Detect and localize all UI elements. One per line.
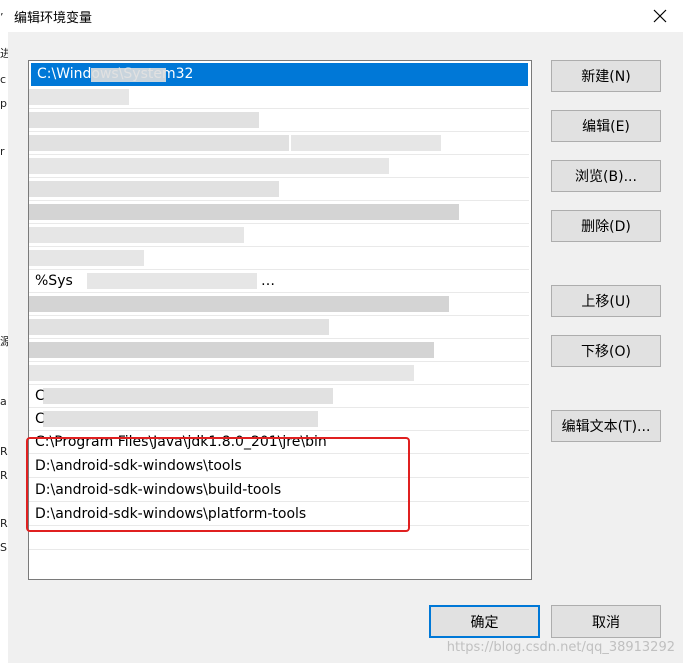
- list-item-redacted[interactable]: [29, 109, 529, 132]
- redaction-blur: [91, 68, 166, 82]
- redaction-blur: [29, 342, 434, 358]
- redaction-blur: [29, 181, 279, 197]
- close-button[interactable]: [637, 0, 683, 32]
- redaction-blur: [29, 319, 329, 335]
- list-item-redacted[interactable]: [29, 201, 529, 224]
- background-text-fragment: R: [0, 517, 8, 530]
- background-text-fragment: c: [0, 73, 7, 86]
- dialog-title: 编辑环境变量: [14, 11, 93, 26]
- move-up-button[interactable]: 上移(U): [551, 285, 661, 317]
- redaction-blur: [29, 204, 459, 220]
- move-down-button[interactable]: 下移(O): [551, 335, 661, 367]
- list-item-redacted[interactable]: [29, 316, 529, 339]
- ok-button[interactable]: 确定: [429, 605, 540, 638]
- background-text-fragment: R: [0, 469, 8, 482]
- title-bar[interactable]: 编辑环境变量: [8, 0, 683, 32]
- highlight-annotation: [26, 437, 410, 532]
- list-item-selected[interactable]: C:\Windows\System32: [31, 63, 528, 86]
- browse-button[interactable]: 浏览(B)...: [551, 160, 661, 192]
- edit-button[interactable]: 编辑(E): [551, 110, 661, 142]
- list-item-partial[interactable]: C: [29, 385, 529, 408]
- redaction-blur: [29, 250, 144, 266]
- list-item-redacted[interactable]: [29, 178, 529, 201]
- edit-text-button[interactable]: 编辑文本(T)...: [551, 410, 661, 442]
- list-item-redacted[interactable]: [29, 86, 529, 109]
- delete-button[interactable]: 删除(D): [551, 210, 661, 242]
- redaction-blur: [29, 112, 259, 128]
- close-icon: [653, 9, 667, 23]
- list-item-text: %Sys: [35, 273, 73, 289]
- background-text-fragment: R: [0, 445, 8, 458]
- edit-environment-variable-dialog: 编辑环境变量 C:\Windows\System32: [8, 0, 683, 663]
- redaction-blur: [29, 296, 449, 312]
- list-item-redacted[interactable]: [29, 339, 529, 362]
- redaction-blur: [29, 135, 289, 151]
- redaction-blur: [29, 227, 244, 243]
- redaction-blur: [87, 273, 257, 289]
- watermark: https://blog.csdn.net/qq_38913292: [446, 640, 675, 655]
- redaction-blur: [29, 158, 389, 174]
- redaction-blur: [29, 365, 414, 381]
- list-item-partial[interactable]: C: [29, 408, 529, 431]
- redaction-blur: [29, 89, 129, 105]
- list-item-partial[interactable]: %Sys …: [29, 270, 529, 293]
- list-item-text-tail: …: [261, 273, 275, 289]
- redaction-blur: [291, 135, 441, 151]
- background-text-fragment: p: [0, 97, 7, 110]
- list-item-redacted[interactable]: [29, 132, 529, 155]
- list-item-redacted[interactable]: [29, 362, 529, 385]
- list-item-redacted[interactable]: [29, 247, 529, 270]
- redaction-blur: [43, 388, 333, 404]
- redaction-blur: [43, 411, 318, 427]
- list-item-redacted[interactable]: [29, 224, 529, 247]
- list-item-redacted[interactable]: [29, 155, 529, 178]
- new-button[interactable]: 新建(N): [551, 60, 661, 92]
- background-text-fragment: S: [0, 541, 7, 554]
- cancel-button[interactable]: 取消: [551, 605, 661, 638]
- list-item-redacted[interactable]: [29, 293, 529, 316]
- background-text-fragment: ’: [0, 11, 4, 24]
- background-text-fragment: a: [0, 395, 7, 408]
- background-text-fragment: r: [0, 145, 5, 158]
